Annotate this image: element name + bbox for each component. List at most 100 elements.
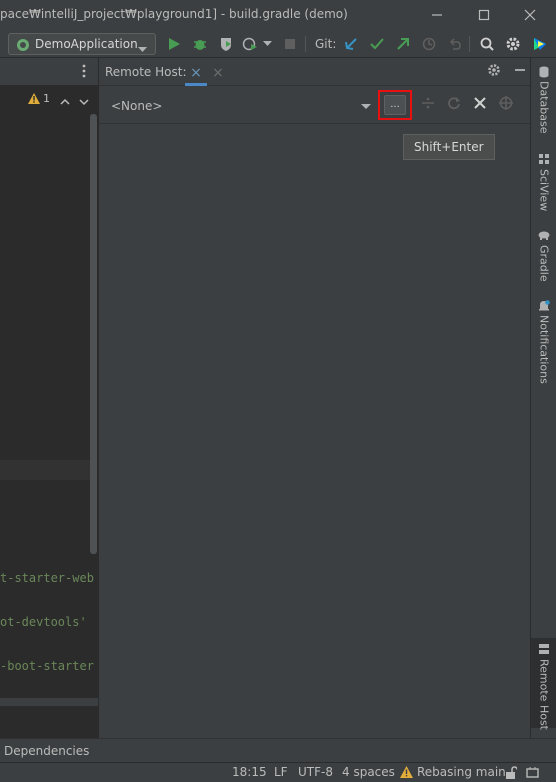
- tool-window-notifications[interactable]: Notifications: [531, 300, 556, 384]
- file-encoding[interactable]: UTF-8: [298, 765, 333, 779]
- code-line[interactable]: t-starter-web: [0, 571, 94, 585]
- toolbar-divider: [469, 36, 470, 52]
- editor-scrollbar[interactable]: [90, 114, 97, 554]
- auto-scroll-button[interactable]: [497, 96, 515, 114]
- grid-icon: [538, 154, 550, 166]
- git-commit-button[interactable]: [368, 35, 386, 53]
- arrow-down-left-icon: [345, 38, 357, 50]
- code-line[interactable]: ot-devtools': [0, 615, 87, 629]
- ellipsis-button-face: ...: [384, 95, 406, 115]
- server-icon: [538, 644, 550, 656]
- editor-tab-options-button[interactable]: [82, 64, 86, 81]
- minimize-button[interactable]: [426, 4, 448, 26]
- search-icon: [480, 37, 494, 51]
- tool-window-gradle[interactable]: Gradle: [531, 230, 556, 282]
- indent-setting[interactable]: 4 spaces: [342, 765, 395, 779]
- debug-button[interactable]: [191, 35, 209, 53]
- spring-boot-icon: [15, 38, 31, 51]
- warning-icon: [28, 93, 40, 104]
- more-run-options-button[interactable]: [261, 35, 273, 53]
- editor-area: 1 t-starter-web ot-devtools' -boot-start…: [0, 58, 98, 738]
- shield-icon: [221, 38, 231, 51]
- git-history-button[interactable]: [420, 35, 438, 53]
- toolbar-divider: [305, 36, 306, 52]
- bell-icon: [538, 300, 550, 312]
- chip-icon: [526, 767, 539, 778]
- tool-window-label: Remote Host: [537, 659, 551, 730]
- check-icon: [370, 38, 384, 50]
- tool-window-database[interactable]: Database: [531, 66, 556, 134]
- chevron-down-icon: [138, 42, 147, 56]
- horizontal-scrollbar[interactable]: [0, 698, 98, 706]
- lock-toggle[interactable]: [505, 766, 518, 782]
- close-remote-host-tab-button[interactable]: ×: [207, 62, 229, 84]
- coverage-button[interactable]: [217, 35, 235, 53]
- run-configuration-name: DemoApplication: [35, 37, 138, 51]
- git-branch-label: Rebasing main: [417, 765, 506, 779]
- git-rollback-button[interactable]: [446, 35, 464, 53]
- tool-window-sciview[interactable]: SciView: [531, 154, 556, 211]
- run-button[interactable]: [165, 35, 183, 53]
- host-dropdown[interactable]: <None>: [107, 95, 375, 117]
- clock-icon: [422, 37, 436, 51]
- refresh-icon: [448, 97, 460, 110]
- jetbrains-toolbox-button[interactable]: [531, 35, 549, 53]
- git-branch-widget[interactable]: Rebasing main: [400, 765, 506, 779]
- tool-window-dependencies[interactable]: Dependencies: [4, 744, 89, 758]
- bug-icon: [194, 40, 206, 50]
- browse-hosts-button[interactable]: ...: [378, 90, 412, 120]
- more-vertical-icon: [82, 64, 86, 78]
- window-title: pace₩intelliJ_project₩playground1] - bui…: [0, 7, 348, 21]
- refresh-button[interactable]: [445, 96, 463, 114]
- crosshair-icon: [499, 96, 513, 110]
- main-toolbar: DemoApplication Git:: [0, 30, 556, 58]
- git-push-button[interactable]: [394, 35, 412, 53]
- minimize-icon: [515, 69, 525, 71]
- maximize-button[interactable]: [473, 4, 495, 26]
- compare-button[interactable]: [419, 96, 437, 114]
- host-dropdown-value: <None>: [111, 99, 163, 113]
- hide-panel-button[interactable]: [511, 63, 529, 81]
- remote-host-title: Remote Host:: [105, 65, 187, 79]
- remote-host-panel: Remote Host: × × <None> ... Shift+Enter: [98, 58, 531, 738]
- chevron-down-icon: [262, 41, 272, 46]
- chevron-up-icon: [60, 98, 70, 105]
- minimize-icon: [432, 14, 442, 16]
- next-problem-button[interactable]: [79, 95, 89, 109]
- close-icon: [524, 9, 536, 21]
- tool-window-remote-host[interactable]: Remote Host: [531, 638, 556, 730]
- remote-host-tab[interactable]: ×: [185, 62, 207, 86]
- disconnect-button[interactable]: [471, 96, 489, 114]
- arrow-up-right-icon: [397, 38, 409, 50]
- stop-icon: [285, 39, 295, 49]
- maximize-icon: [478, 9, 490, 21]
- code-line[interactable]: -boot-starter: [0, 659, 94, 673]
- current-line-highlight: [0, 460, 90, 480]
- dropdown-arrow-icon: [361, 103, 371, 109]
- unlock-icon: [506, 766, 518, 779]
- caret-position[interactable]: 18:15: [232, 765, 267, 779]
- git-label: Git:: [315, 37, 337, 51]
- tool-window-label: Notifications: [537, 315, 551, 384]
- right-tool-window-bar: Database SciView Gradle Notifications Re…: [530, 58, 556, 738]
- settings-button[interactable]: [504, 35, 522, 53]
- stop-button[interactable]: [281, 35, 299, 53]
- warning-count: 1: [43, 92, 50, 105]
- run-configuration-selector[interactable]: DemoApplication: [8, 33, 156, 55]
- bottom-tool-window-bar: Dependencies: [0, 738, 556, 762]
- close-icon: [474, 97, 486, 109]
- line-separator[interactable]: LF: [274, 765, 288, 779]
- gradle-elephant-icon: [538, 230, 550, 242]
- close-window-button[interactable]: [519, 4, 541, 26]
- tool-window-label: SciView: [537, 169, 551, 212]
- panel-settings-button[interactable]: [485, 63, 503, 81]
- git-update-button[interactable]: [342, 35, 360, 53]
- status-bar: 18:15 LF UTF-8 4 spaces Rebasing main: [0, 762, 556, 782]
- profile-button[interactable]: [241, 35, 259, 53]
- warning-indicator[interactable]: 1: [28, 92, 50, 105]
- remote-host-toolbar: <None> ...: [99, 86, 531, 124]
- jetbrains-logo-icon: [534, 38, 546, 50]
- previous-problem-button[interactable]: [60, 94, 70, 108]
- search-everywhere-button[interactable]: [478, 35, 496, 53]
- memory-indicator[interactable]: [525, 766, 541, 782]
